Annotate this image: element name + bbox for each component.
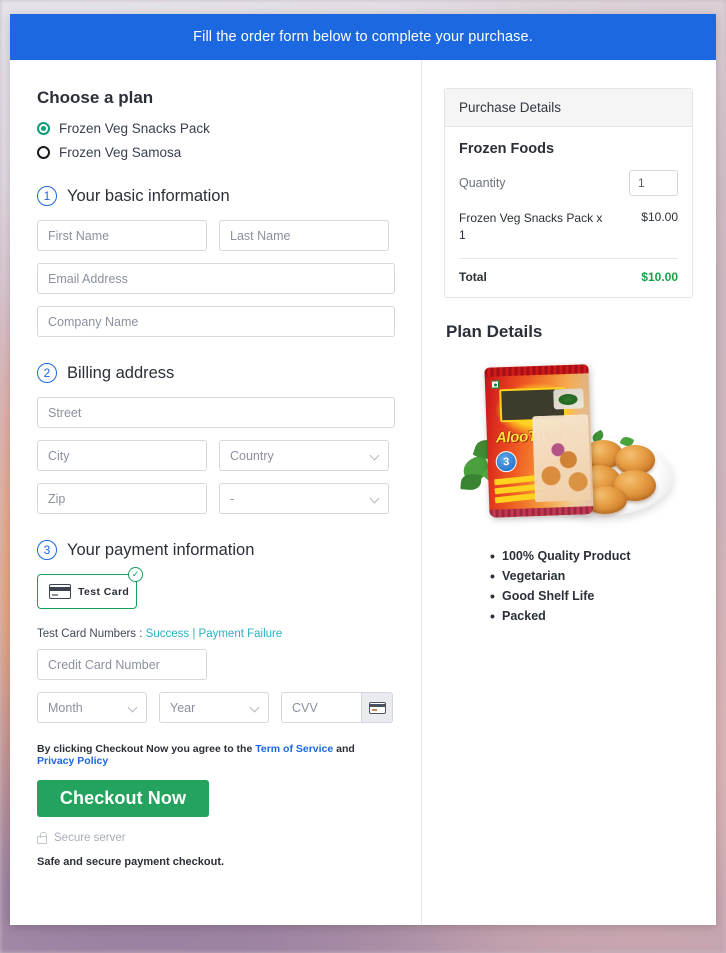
list-item: Packed — [490, 608, 693, 624]
expiry-month-select[interactable] — [37, 692, 147, 723]
plan-details-title: Plan Details — [446, 321, 543, 341]
credit-card-icon — [368, 701, 386, 714]
privacy-policy-link[interactable]: Privacy Policy — [37, 755, 108, 767]
step-number-badge: 2 — [37, 363, 57, 383]
email-field-row — [37, 263, 395, 294]
packet-food-photo — [532, 414, 592, 502]
checkout-now-button[interactable]: Checkout Now — [37, 780, 209, 817]
expiry-year-select[interactable] — [159, 692, 269, 723]
chevron-down-icon — [219, 483, 389, 514]
link-separator: | — [192, 628, 196, 640]
step-title: Billing address — [67, 363, 175, 382]
summary-column: Purchase Details Frozen Foods Quantity F… — [422, 60, 715, 925]
email-input[interactable] — [37, 263, 395, 294]
test-card-numbers-row: Test Card Numbers : Success | Payment Fa… — [37, 628, 395, 640]
test-card-numbers-label: Test Card Numbers : — [37, 628, 143, 640]
choose-plan-title: Choose a plan — [37, 88, 154, 107]
quantity-row: Quantity — [459, 170, 678, 196]
total-label: Total — [459, 269, 487, 284]
cvv-help-button[interactable] — [361, 692, 393, 723]
plan-option-label: Frozen Veg Samosa — [59, 145, 182, 160]
step-title: Your payment information — [67, 540, 255, 559]
credit-card-number-input[interactable] — [37, 649, 207, 680]
city-input[interactable] — [37, 440, 207, 471]
list-item: Good Shelf Life — [490, 588, 693, 604]
list-item: 100% Quality Product — [490, 548, 693, 564]
chevron-down-icon — [159, 692, 269, 723]
plan-feature-list: 100% Quality Product Vegetarian Good She… — [490, 548, 693, 624]
first-name-input[interactable] — [37, 220, 207, 251]
line-item-name: Frozen Veg Snacks Pack x 1 — [459, 211, 603, 243]
chevron-down-icon — [219, 440, 389, 471]
zip-state-row — [37, 483, 395, 514]
product-packet: AlooTikki 3 — [484, 364, 594, 518]
zip-input[interactable] — [37, 483, 207, 514]
term-of-service-link[interactable]: Term of Service — [255, 743, 333, 755]
payment-method-label: Test Card — [78, 585, 130, 598]
plan-option-label: Frozen Veg Snacks Pack — [59, 121, 210, 136]
payment-failure-test-card-link[interactable]: Payment Failure — [199, 628, 283, 640]
step-3-heading: 3 Your payment information — [37, 540, 395, 560]
company-name-input[interactable] — [37, 306, 395, 337]
payment-method-test-card[interactable]: ✓ Test Card — [37, 567, 143, 609]
chutney-bowl-graphic — [553, 388, 584, 410]
step-number-badge: 1 — [37, 186, 57, 206]
terms-agreement-text: By clicking Checkout Now you agree to th… — [37, 743, 395, 767]
purchase-total-row: Total $10.00 — [459, 259, 678, 284]
safe-payment-text: Safe and secure payment checkout. — [37, 856, 225, 868]
secure-server-label: Secure server — [54, 832, 126, 844]
purchase-line-item: Frozen Veg Snacks Pack x 1 $10.00 — [459, 210, 678, 259]
packet-top-crimp — [484, 364, 589, 377]
credit-card-number-row — [37, 649, 395, 680]
step-number-badge: 3 — [37, 540, 57, 560]
name-field-row — [37, 220, 395, 251]
page-banner: Fill the order form below to complete yo… — [10, 14, 716, 60]
banner-text: Fill the order form below to complete yo… — [193, 29, 533, 45]
purchase-details-body: Frozen Foods Quantity Frozen Veg Snacks … — [445, 127, 692, 297]
step-2-heading: 2 Billing address — [37, 363, 395, 383]
order-form-column: Choose a plan Frozen Veg Snacks Pack Fro… — [10, 60, 422, 925]
last-name-input[interactable] — [219, 220, 389, 251]
terms-prefix: By clicking Checkout Now you agree to th… — [37, 743, 253, 755]
check-circle-icon: ✓ — [128, 567, 143, 582]
plan-option-frozen-veg-snacks-pack[interactable]: Frozen Veg Snacks Pack — [37, 121, 395, 136]
street-field-row — [37, 397, 395, 428]
total-amount: $10.00 — [641, 269, 678, 284]
step-title: Your basic information — [67, 186, 230, 205]
quantity-input[interactable] — [629, 170, 678, 196]
expiry-cvv-row — [37, 692, 395, 723]
purchase-details-header: Purchase Details — [445, 89, 692, 127]
purchase-details-panel: Purchase Details Frozen Foods Quantity F… — [444, 88, 693, 298]
cvv-group — [281, 692, 393, 723]
list-item: Vegetarian — [490, 568, 693, 584]
quantity-label: Quantity — [459, 176, 506, 190]
cvv-input[interactable] — [281, 692, 361, 723]
success-test-card-link[interactable]: Success — [146, 628, 189, 640]
company-field-row — [37, 306, 395, 337]
plan-option-frozen-veg-samosa[interactable]: Frozen Veg Samosa — [37, 145, 395, 160]
checkout-card: Fill the order form below to complete yo… — [10, 14, 716, 925]
radio-icon-selected[interactable] — [37, 122, 50, 135]
product-image: AlooTikki 3 — [459, 362, 676, 527]
secure-server-row: Secure server — [37, 831, 395, 844]
terms-and: and — [336, 743, 355, 755]
packet-bottom-crimp — [489, 505, 594, 518]
purchase-product-title: Frozen Foods — [459, 141, 555, 157]
line-item-amount: $10.00 — [641, 210, 678, 224]
content-columns: Choose a plan Frozen Veg Snacks Pack Fro… — [10, 60, 716, 925]
lock-icon — [37, 831, 47, 844]
mint-leaf-icon — [460, 472, 482, 491]
chevron-down-icon — [37, 692, 147, 723]
radio-icon-unselected[interactable] — [37, 146, 50, 159]
state-select[interactable] — [219, 483, 389, 514]
street-input[interactable] — [37, 397, 395, 428]
country-select[interactable] — [219, 440, 389, 471]
step-1-heading: 1 Your basic information — [37, 186, 395, 206]
packet-count-badge: 3 — [495, 450, 518, 473]
city-country-row — [37, 440, 395, 471]
credit-card-icon — [49, 584, 71, 599]
